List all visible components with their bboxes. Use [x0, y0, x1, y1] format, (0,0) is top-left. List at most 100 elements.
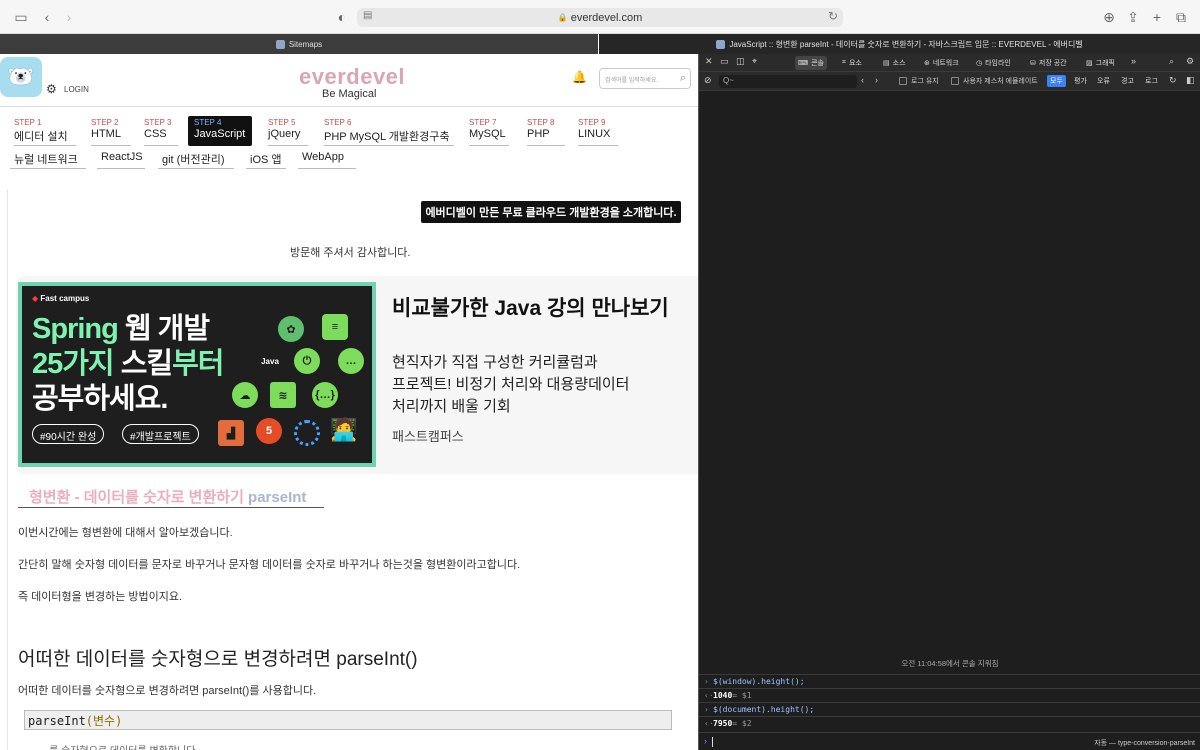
step-label: STEP 3: [144, 118, 172, 127]
step-nav-8[interactable]: STEP 8 PHP: [527, 118, 565, 146]
reader-icon[interactable]: ▤: [363, 10, 372, 21]
step-label: STEP 8: [527, 118, 555, 127]
devtools-tab-timeline[interactable]: ◷ 타임라인: [973, 56, 1014, 70]
tab-overview-icon[interactable]: ⧉: [1172, 8, 1190, 26]
tab-label: 콘솔: [811, 60, 824, 67]
console-filter-input[interactable]: Q~: [719, 75, 857, 88]
step-nav-5[interactable]: STEP 5 jQuery: [268, 118, 308, 146]
tab-sitemaps[interactable]: Sitemaps: [0, 34, 598, 54]
tab-javascript[interactable]: JavaScript :: 형변환 parseInt - 데이터를 숫자로 변환…: [599, 34, 1200, 54]
level-all[interactable]: 모두: [1047, 75, 1066, 87]
console-input[interactable]: › 자동 — type-conversion-parseInt: [699, 732, 1200, 750]
step-nav-6[interactable]: STEP 6 PHP MySQL 개발환경구축: [324, 118, 454, 146]
step-nav-4[interactable]: STEP 4 JavaScript: [188, 116, 252, 146]
checkbox-label: 사용자 제스처 에뮬레이트: [963, 78, 1038, 85]
ad-headline-text: 공부하세요.: [32, 383, 168, 415]
checkbox-label: 로그 유지: [911, 78, 939, 85]
console-command: › $(document).height();: [699, 702, 1200, 716]
step-name: 에디터 설치: [14, 131, 68, 143]
ad-headline-accent: Spring: [32, 313, 119, 345]
level-warnings[interactable]: 경고: [1118, 75, 1137, 87]
console-cleared-message: 오전 11:04:58에서 콘솔 지워짐: [901, 659, 999, 668]
ad-headline-text: 스킬: [120, 348, 173, 380]
prev-icon[interactable]: ‹: [861, 75, 864, 85]
step-name: PHP MySQL 개발환경구축: [324, 131, 450, 143]
tab-title: JavaScript :: 형변환 parseInt - 데이터를 숫자로 변환…: [729, 39, 1083, 49]
ad-desc-1: 현직자가 직접 구성한 커리큘럼과: [392, 354, 598, 371]
step-nav-9[interactable]: STEP 9 LINUX: [578, 118, 618, 146]
nav-reactjs[interactable]: ReactJS: [97, 149, 145, 169]
nav-neural-network[interactable]: 뉴럴 네트워크: [10, 149, 86, 169]
url-bar[interactable]: ▤ 🔒 everdevel.com ↻: [357, 8, 843, 27]
next-icon[interactable]: ›: [875, 75, 878, 85]
share-icon[interactable]: ⇪: [1124, 8, 1142, 26]
ad-title[interactable]: 비교불가한 Java 강의 만나보기: [392, 292, 669, 322]
console-result: ‹· 1040 = $1: [699, 688, 1200, 702]
site-logo[interactable]: 🐻‍❄️: [0, 57, 42, 97]
inspect-icon[interactable]: ⌖: [752, 56, 757, 67]
prompt-icon: ›: [704, 677, 709, 686]
dock-side-icon[interactable]: ◫: [736, 56, 745, 67]
power-icon: ⏻: [294, 348, 320, 374]
ad-brand: ◆ Fast campus: [32, 294, 89, 303]
settings-icon[interactable]: ⚙: [1186, 56, 1194, 67]
download-icon[interactable]: ⊕: [1100, 8, 1118, 26]
new-tab-icon[interactable]: +: [1148, 8, 1166, 26]
loading-icon: [294, 420, 320, 446]
login-link[interactable]: LOGIN: [64, 85, 89, 94]
console-result: ‹· 7950 = $2: [699, 716, 1200, 730]
search-icon[interactable]: ⌕: [680, 72, 686, 85]
level-evaluations[interactable]: 평가: [1071, 75, 1090, 87]
shield-icon[interactable]: ◐: [333, 8, 351, 26]
ad-image[interactable]: ◆ Fast campus Spring 웹 개발 25가지 스킬부터 공부하세…: [18, 282, 376, 467]
level-logs[interactable]: 로그: [1142, 75, 1161, 87]
step-nav-3[interactable]: STEP 3 CSS: [144, 118, 178, 146]
devtools-tab-network[interactable]: ⊛ 네트워크: [921, 56, 962, 70]
level-errors[interactable]: 오류: [1094, 75, 1113, 87]
database-icon: ≡: [322, 314, 348, 340]
devtools-tab-console[interactable]: ⌨ 콘솔: [795, 56, 827, 70]
step-nav-7[interactable]: STEP 7 MySQL: [469, 118, 509, 146]
devtools-tab-graphics[interactable]: ▨ 그래픽: [1083, 56, 1118, 70]
reload-icon[interactable]: ↻: [828, 9, 838, 23]
tab-label: 저장 공간: [1038, 60, 1067, 67]
section-heading: 어떠한 데이터를 숫자형으로 변경하려면 parseInt(): [18, 649, 418, 670]
search-icon[interactable]: ⌕: [1169, 56, 1174, 67]
checkbox-box[interactable]: [951, 77, 959, 85]
close-icon[interactable]: ✕: [705, 56, 713, 67]
devtools-tab-storage[interactable]: ⛁ 저장 공간: [1027, 56, 1070, 70]
ad-headline: Spring 웹 개발 25가지 스킬부터 공부하세요.: [32, 312, 224, 417]
nav-ios-app[interactable]: iOS 앱: [246, 149, 286, 169]
refresh-icon[interactable]: ↻: [1169, 75, 1177, 86]
ad-source: 패스트캠퍼스: [392, 429, 464, 444]
promo-banner[interactable]: 에버디벨이 만든 무료 클라우드 개발환경을 소개합니다.: [421, 201, 681, 223]
sidebar-toggle-icon[interactable]: ◧: [1186, 75, 1195, 86]
site-tagline: Be Magical: [322, 88, 377, 100]
tab-bar: Sitemaps JavaScript :: 형변환 parseInt - 데이…: [0, 34, 1200, 54]
favicon-icon: [275, 39, 285, 49]
nav-webapp[interactable]: WebApp: [298, 149, 356, 169]
forward-icon[interactable]: ›: [60, 8, 78, 26]
step-label: STEP 2: [91, 118, 119, 127]
nav-git[interactable]: git (버전관리): [158, 149, 234, 169]
step-nav-1[interactable]: STEP 1 에디터 설치: [14, 118, 76, 146]
dock-bottom-icon[interactable]: ▭: [720, 56, 729, 67]
more-tabs-icon[interactable]: »: [1131, 56, 1136, 66]
site-name[interactable]: everdevel: [299, 64, 405, 90]
devtools-tab-elements[interactable]: ⌗ 요소: [839, 56, 865, 70]
fastcampus-logo-icon: ◆: [32, 294, 39, 303]
gear-icon[interactable]: ⚙: [46, 82, 57, 96]
back-icon[interactable]: ‹: [38, 8, 56, 26]
step-nav-2[interactable]: STEP 2 HTML: [91, 118, 131, 146]
sidebar-icon[interactable]: ▭: [12, 8, 30, 26]
checkbox-box[interactable]: [899, 77, 907, 85]
preserve-log-checkbox[interactable]: 로그 유지: [899, 76, 939, 86]
bell-icon[interactable]: 🔔: [572, 70, 587, 84]
devtools-tab-sources[interactable]: ▤ 소스: [880, 56, 909, 70]
step-label: STEP 4: [194, 118, 222, 127]
emulate-gesture-checkbox[interactable]: 사용자 제스처 에뮬레이트: [951, 76, 1038, 86]
search-input[interactable]: 검색어를 입력하세요. ⌕: [599, 68, 691, 89]
lock-icon: 🔒: [557, 13, 568, 22]
clear-console-icon[interactable]: ⊘: [704, 75, 712, 86]
execution-context-selector[interactable]: 자동 — type-conversion-parseInt: [1094, 738, 1195, 748]
